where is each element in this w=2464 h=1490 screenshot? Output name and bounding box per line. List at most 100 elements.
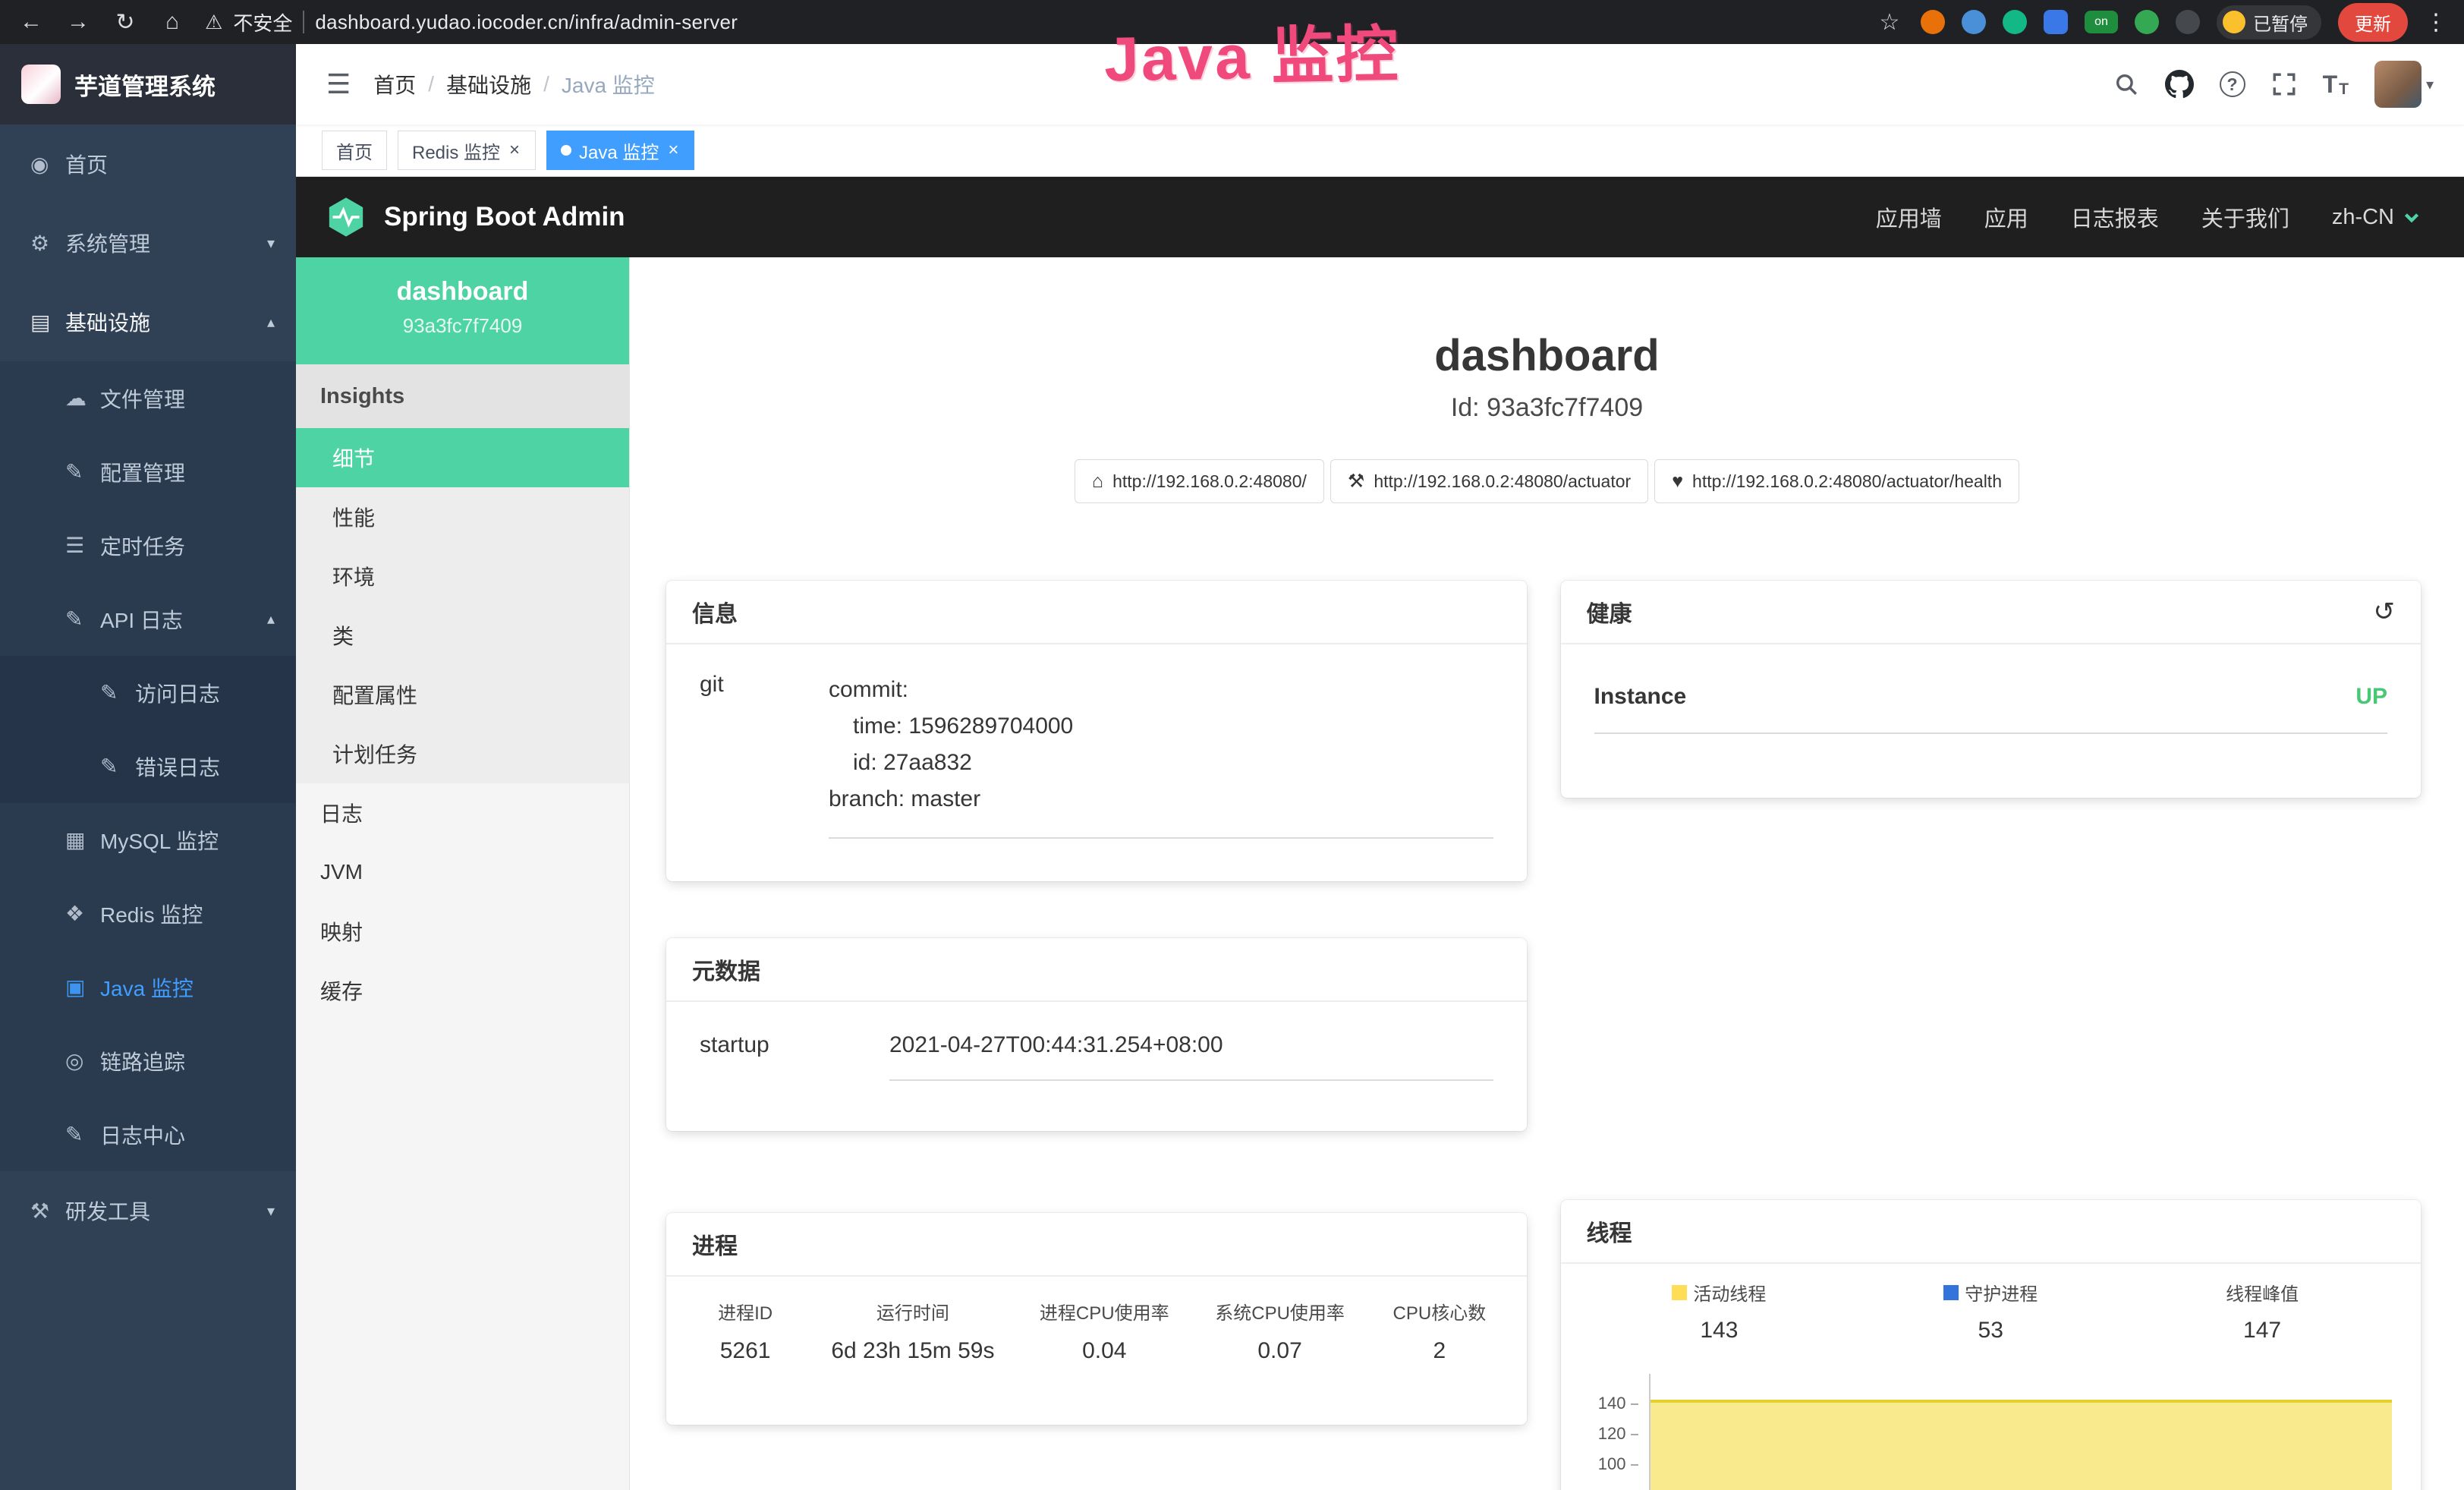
active-dot: [561, 145, 571, 156]
extension-icon-1[interactable]: [1921, 10, 1945, 34]
sidebar-item-java-monitor[interactable]: ▣ Java 监控: [0, 950, 296, 1024]
font-size-icon[interactable]: T T: [2323, 71, 2349, 99]
user-avatar[interactable]: ▾: [2374, 61, 2434, 108]
info-value: commit: time: 1596289704000 id: 27aa832 …: [829, 672, 1493, 839]
profile-avatar-icon: [2223, 11, 2245, 33]
extension-on-toggle[interactable]: on: [2085, 11, 2118, 33]
app-logo[interactable]: 芋道管理系统: [0, 44, 296, 124]
hamburger-icon[interactable]: ☰: [326, 68, 351, 100]
sba-item-logs[interactable]: 日志: [296, 783, 629, 843]
info-card: 信息 git commit: time: 1596289704000 id: 2…: [666, 581, 1527, 881]
threads-legend: 活动线程 143 守护进程 53 线程峰值 147: [1584, 1279, 2399, 1344]
dashboard-icon: ◉: [30, 152, 65, 177]
sidebar-item-redis-monitor[interactable]: ❖ Redis 监控: [0, 877, 296, 950]
sidebar-item-dev-tools[interactable]: ⚒ 研发工具 ▾: [0, 1171, 296, 1250]
extension-icon-3[interactable]: [2003, 10, 2027, 34]
page-title: dashboard: [630, 330, 2464, 381]
sba-item-jvm[interactable]: JVM: [296, 843, 629, 902]
chevron-down-icon: ▾: [2426, 75, 2434, 94]
extension-icon-2[interactable]: [1962, 10, 1986, 34]
breadcrumb-infrastructure[interactable]: 基础设施: [446, 69, 531, 99]
forward-icon[interactable]: →: [64, 9, 93, 35]
sidebar-item-tracing[interactable]: ◎ 链路追踪: [0, 1024, 296, 1098]
sba-item-metrics[interactable]: 性能: [296, 487, 629, 547]
admin-menu: ◉ 首页 ⚙ 系统管理 ▾ ▤ 基础设施 ▴ ☁ 文件管理 ✎ 配置管理: [0, 124, 296, 1250]
url-divider: [303, 11, 304, 33]
sidebar-item-error-logs[interactable]: ✎ 错误日志: [0, 729, 296, 803]
health-url-link[interactable]: ♥ http://192.168.0.2:48080/actuator/heal…: [1654, 459, 2019, 503]
extension-icon-4[interactable]: [2044, 10, 2068, 34]
sba-item-caches[interactable]: 缓存: [296, 961, 629, 1020]
toolbox-icon: ⚒: [30, 1199, 65, 1224]
tab-redis-monitor[interactable]: Redis 监控 ×: [398, 131, 536, 170]
fullscreen-icon[interactable]: [2271, 71, 2297, 97]
locale-select[interactable]: zh-CN: [2332, 205, 2422, 230]
sidebar-item-scheduled-jobs[interactable]: ☰ 定时任务: [0, 509, 296, 582]
sidebar-item-infrastructure[interactable]: ▤ 基础设施 ▴: [0, 282, 296, 361]
sidebar-item-api-logs[interactable]: ✎ API 日志 ▴: [0, 582, 296, 656]
sidebar-item-mysql-monitor[interactable]: ▦ MySQL 监控: [0, 803, 296, 877]
status-badge: UP: [2355, 684, 2387, 710]
bookmark-star-icon[interactable]: ☆: [1875, 9, 1904, 36]
history-icon[interactable]: ↺: [2374, 597, 2396, 627]
browser-home-icon[interactable]: ⌂: [158, 9, 187, 35]
sba-item-scheduled-tasks[interactable]: 计划任务: [296, 724, 629, 783]
sba-nav-wallboard[interactable]: 应用墙: [1876, 201, 1942, 233]
reload-icon[interactable]: ↻: [111, 9, 140, 36]
browser-menu-icon[interactable]: ⋮: [2425, 9, 2447, 36]
home-icon: ⌂: [1092, 471, 1103, 493]
health-card-title: 健康: [1587, 595, 1632, 628]
sba-nav-about[interactable]: 关于我们: [2201, 201, 2289, 233]
threads-chart-yaxis: 140 120 100: [1584, 1374, 1649, 1490]
profile-paused-chip[interactable]: 已暂停: [2217, 5, 2321, 39]
back-icon[interactable]: ←: [17, 9, 46, 35]
sba-item-mappings[interactable]: 映射: [296, 902, 629, 961]
sba-item-environment[interactable]: 环境: [296, 547, 629, 606]
sba-item-details[interactable]: 细节: [296, 428, 629, 487]
table-icon: ▦: [65, 827, 100, 852]
info-card-title: 信息: [692, 595, 738, 628]
actuator-url-link[interactable]: ⚒ http://192.168.0.2:48080/actuator: [1330, 459, 1648, 503]
health-card: 健康 ↺ Instance UP: [1561, 581, 2422, 798]
breadcrumb-home[interactable]: 首页: [373, 69, 416, 99]
tab-java-monitor[interactable]: Java 监控 ×: [546, 131, 694, 170]
sba-logo-icon: [325, 196, 367, 238]
sidebar-item-system-mgmt[interactable]: ⚙ 系统管理 ▾: [0, 203, 296, 282]
sba-brand[interactable]: Spring Boot Admin: [325, 196, 625, 238]
edit-icon: ✎: [65, 1122, 100, 1147]
sba-item-config-props[interactable]: 配置属性: [296, 665, 629, 724]
sidebar-item-access-logs[interactable]: ✎ 访问日志: [0, 656, 296, 729]
monitor-icon: ▣: [65, 975, 100, 1000]
process-col: 进程CPU使用率 0.04: [1017, 1298, 1192, 1364]
threads-chart-plot: [1649, 1374, 2393, 1490]
sidebar-item-config-mgmt[interactable]: ✎ 配置管理: [0, 435, 296, 509]
sba-navbar: Spring Boot Admin 应用墙 应用 日志报表 关于我们 zh-CN: [296, 177, 2464, 257]
tab-home[interactable]: 首页: [322, 131, 387, 170]
sidebar-item-home[interactable]: ◉ 首页: [0, 124, 296, 203]
sba-nav-applications[interactable]: 应用: [1984, 201, 2028, 233]
browser-toolbar: ← → ↻ ⌂ ⚠ 不安全 dashboard.yudao.iocoder.cn…: [0, 0, 2464, 44]
edit-icon: ✎: [65, 606, 100, 632]
sba-nav-journal[interactable]: 日志报表: [2071, 201, 2159, 233]
close-icon[interactable]: ×: [666, 140, 680, 161]
health-row: Instance UP: [1594, 684, 2388, 734]
search-icon[interactable]: [2113, 71, 2139, 97]
live-threads-swatch: [1672, 1285, 1687, 1300]
help-icon[interactable]: ?: [2220, 71, 2245, 97]
sba-item-classes[interactable]: 类: [296, 606, 629, 665]
address-bar[interactable]: ⚠ 不安全 dashboard.yudao.iocoder.cn/infra/a…: [205, 8, 738, 36]
sidebar-item-log-center[interactable]: ✎ 日志中心: [0, 1098, 296, 1171]
service-url-link[interactable]: ⌂ http://192.168.0.2:48080/: [1075, 459, 1324, 503]
insights-section-label: Insights: [296, 364, 629, 428]
process-col: 系统CPU使用率 0.07: [1192, 1298, 1367, 1364]
instance-header[interactable]: dashboard 93a3fc7f7409: [296, 257, 629, 364]
close-icon[interactable]: ×: [508, 140, 521, 161]
admin-sidebar: 芋道管理系统 ◉ 首页 ⚙ 系统管理 ▾ ▤ 基础设施 ▴ ☁ 文件管理 ✎: [0, 44, 296, 1490]
extension-icon-6[interactable]: [2176, 10, 2200, 34]
github-icon[interactable]: [2165, 70, 2194, 99]
browser-update-button[interactable]: 更新: [2338, 3, 2408, 42]
process-col: CPU核心数 2: [1367, 1298, 1511, 1364]
sidebar-item-file-mgmt[interactable]: ☁ 文件管理: [0, 361, 296, 435]
extension-icon-5[interactable]: [2135, 10, 2159, 34]
threads-card-title: 线程: [1587, 1214, 1632, 1248]
